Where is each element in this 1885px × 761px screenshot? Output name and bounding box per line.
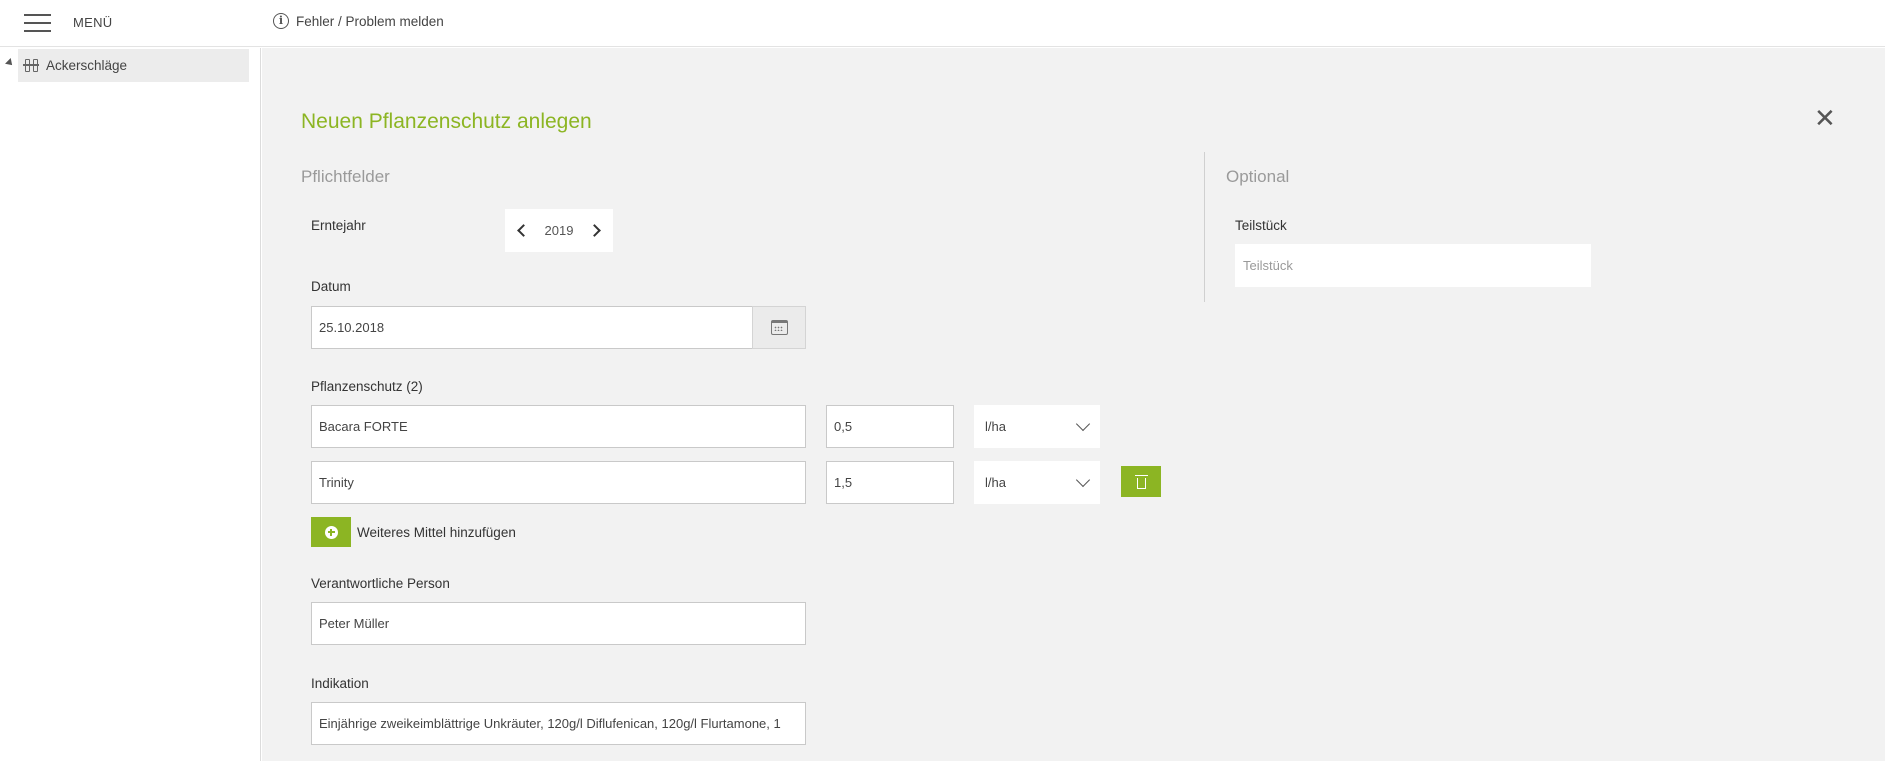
unit-select-value: l/ha: [985, 419, 1006, 434]
calendar-icon: [770, 320, 788, 335]
chevron-down-icon: [1075, 416, 1091, 432]
sidebar-item-label: Ackerschläge: [46, 58, 128, 73]
add-product-button[interactable]: [311, 517, 351, 547]
harvest-year-value: 2019: [544, 223, 574, 238]
chevron-down-icon: [1075, 472, 1091, 488]
protection-label: Pflanzenschutz (2): [311, 379, 423, 394]
unit-select-2[interactable]: l/ha: [974, 461, 1100, 504]
trash-icon: [1134, 474, 1148, 489]
plus-circle-icon: [324, 525, 338, 539]
product-field-2[interactable]: Trinity: [311, 461, 806, 504]
unit-select-1[interactable]: l/ha: [974, 405, 1100, 448]
indication-field[interactable]: Einjährige zweikeimblättrige Unkräuter, …: [311, 702, 806, 745]
page-title: Neuen Pflanzenschutz anlegen: [301, 110, 592, 133]
delete-row-button[interactable]: [1121, 466, 1161, 497]
close-icon[interactable]: ✕: [1814, 105, 1836, 131]
report-problem-link[interactable]: i Fehler / Problem melden: [273, 13, 444, 29]
date-label: Datum: [311, 279, 351, 294]
harvest-year-label: Erntejahr: [311, 218, 366, 233]
amount-field-1[interactable]: 0,5: [826, 405, 954, 448]
harvest-year-stepper: 2019: [505, 209, 613, 252]
optional-section-heading: Optional: [1226, 167, 1290, 186]
report-problem-label: Fehler / Problem melden: [296, 13, 444, 29]
chevron-left-icon[interactable]: [517, 224, 531, 237]
indication-label: Indikation: [311, 676, 369, 691]
menu-label[interactable]: MENÜ: [73, 15, 112, 30]
top-bar: MENÜ i Fehler / Problem melden: [0, 0, 1885, 47]
date-field[interactable]: 25.10.2018: [311, 306, 753, 349]
partial-field[interactable]: Teilstück: [1235, 244, 1591, 287]
amount-field-2[interactable]: 1,5: [826, 461, 954, 504]
info-icon: i: [273, 13, 289, 29]
sidebar: Ackerschläge: [0, 48, 261, 761]
sidebar-item-ackerschlaege[interactable]: Ackerschläge: [18, 49, 249, 82]
partial-label: Teilstück: [1235, 218, 1287, 233]
section-divider: [1204, 152, 1205, 302]
hamburger-menu-icon[interactable]: [24, 13, 51, 33]
product-field-1[interactable]: Bacara FORTE: [311, 405, 806, 448]
field-icon: [23, 59, 39, 72]
chevron-right-icon[interactable]: [587, 224, 601, 237]
calendar-button[interactable]: [752, 306, 806, 349]
unit-select-value: l/ha: [985, 475, 1006, 490]
form-panel: Neuen Pflanzenschutz anlegen ✕ Pflichtfe…: [262, 48, 1885, 761]
required-section-heading: Pflichtfelder: [301, 167, 390, 186]
responsible-field[interactable]: Peter Müller: [311, 602, 806, 645]
add-product-label[interactable]: Weiteres Mittel hinzufügen: [357, 525, 516, 540]
tree-expand-icon[interactable]: [5, 58, 15, 68]
responsible-label: Verantwortliche Person: [311, 576, 450, 591]
